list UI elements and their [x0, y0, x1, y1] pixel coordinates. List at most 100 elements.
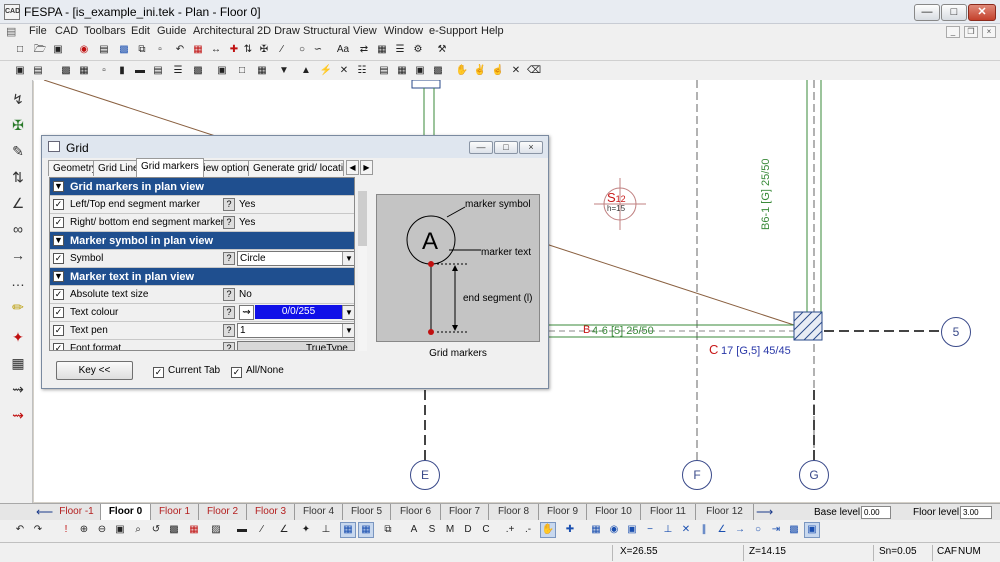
checkbox-box[interactable]: ✓ — [231, 367, 242, 378]
section-grid-markers[interactable]: ▼ Grid markers in plan view — [50, 178, 354, 196]
frame-icon[interactable]: ▦ — [254, 63, 270, 79]
zoom-select-icon[interactable]: ▩ — [58, 63, 74, 79]
cancel-cross-icon[interactable]: ✕ — [508, 63, 524, 79]
close-button[interactable]: ✕ — [968, 4, 996, 21]
property-scrollbar[interactable] — [358, 191, 367, 351]
prop-checkbox[interactable]: ✓ — [53, 343, 64, 350]
intersection-snap-icon[interactable]: ✕ — [678, 522, 694, 538]
angle-icon[interactable]: ∠ — [276, 522, 292, 538]
pencil-tool-icon[interactable]: ✏ — [8, 296, 28, 318]
floor-tab-10[interactable]: Floor 10 — [587, 504, 641, 521]
d-button[interactable]: D — [460, 522, 476, 538]
tangent-snap-icon[interactable]: ○ — [750, 522, 766, 538]
stairs-icon[interactable]: ▤ — [150, 63, 166, 79]
joint-icon[interactable]: □ — [234, 63, 250, 79]
key-icon[interactable]: ⚙ — [410, 42, 426, 58]
menu-doc-icon[interactable]: ▤ — [6, 25, 16, 38]
scroll-thumb[interactable] — [358, 191, 367, 246]
move-icon[interactable]: ⇅ — [240, 42, 256, 58]
maximize-button[interactable]: □ — [941, 4, 967, 21]
floor-tab-9[interactable]: Floor 9 — [539, 504, 587, 521]
font-format-select[interactable]: TrueType — [237, 341, 354, 350]
text-colour-swatch[interactable]: 0/0/255 — [255, 305, 342, 319]
dialog-title-bar[interactable]: Grid — □ × — [42, 136, 548, 158]
layer-toggle-icon[interactable]: ▦ — [340, 522, 356, 538]
measure-icon[interactable]: ∕ — [254, 522, 270, 538]
menu-file[interactable]: File — [29, 25, 47, 37]
node-snap-icon[interactable]: ◉ — [606, 522, 622, 538]
menu-help[interactable]: Help — [481, 25, 504, 37]
table-icon[interactable]: ▦ — [374, 42, 390, 58]
grid-tool-icon[interactable]: ✠ — [8, 114, 28, 136]
text-pen-select[interactable]: 1 ▼ — [237, 323, 354, 338]
zoom-extents-icon[interactable]: ▩ — [166, 522, 182, 538]
point-hand-icon[interactable]: ☝ — [490, 63, 506, 79]
menu-2d-draw[interactable]: 2D Draw — [257, 25, 300, 37]
analysis-icon[interactable]: ⚡ — [318, 63, 334, 79]
eyedropper-icon[interactable]: ⇝ — [239, 305, 254, 320]
s-button[interactable]: S — [424, 522, 440, 538]
floor-tab-4[interactable]: Floor 4 — [295, 504, 343, 521]
prop-checkbox[interactable]: ✓ — [53, 217, 64, 228]
support-icon[interactable]: ▲ — [298, 63, 314, 79]
select-icon[interactable]: ▣ — [804, 522, 820, 538]
column-label[interactable]: S12 h=15 — [607, 190, 626, 213]
beam-b-label[interactable]: 4-6 [5] 25/50 — [592, 325, 654, 337]
zoom-out-icon[interactable]: ⊖ — [94, 522, 110, 538]
chevron-down-icon[interactable]: ▼ — [342, 252, 354, 265]
floor-tab-6[interactable]: Floor 6 — [391, 504, 441, 521]
tab-scroll-right-icon[interactable]: ▶ — [360, 160, 373, 175]
ortho-icon[interactable]: ⊥ — [318, 522, 334, 538]
undo-icon[interactable]: ↶ — [12, 522, 28, 538]
section-marker-symbol[interactable]: ▼ Marker symbol in plan view — [50, 232, 354, 250]
grid-toggle-icon[interactable]: ▦ — [358, 522, 374, 538]
perp-snap-icon[interactable]: ⊥ — [660, 522, 676, 538]
measure-tool-icon[interactable]: ∠ — [8, 192, 28, 214]
grid-snap-icon[interactable]: ▦ — [588, 522, 604, 538]
c-button[interactable]: C — [478, 522, 494, 538]
drawings-icon[interactable]: ▩ — [430, 63, 446, 79]
help-button[interactable]: ? — [223, 288, 235, 301]
menu-view[interactable]: View — [353, 25, 377, 37]
osnap-icon[interactable]: ✦ — [298, 522, 314, 538]
grid-marker-f[interactable]: F — [682, 460, 712, 490]
floor-tab-minus-1[interactable]: Floor -1 — [53, 504, 101, 521]
node-icon[interactable]: ✠ — [256, 42, 272, 58]
prop-value[interactable]: Yes — [239, 217, 255, 228]
dialog-maximize-button[interactable]: □ — [494, 141, 518, 154]
eraser-icon[interactable]: ⌫ — [526, 63, 542, 79]
collapse-toggle[interactable]: ▼ — [53, 181, 64, 192]
list-icon[interactable]: ☰ — [392, 42, 408, 58]
prop-value[interactable]: No — [239, 289, 252, 300]
copy-layout-icon[interactable]: ⧉ — [380, 522, 396, 538]
menu-cad[interactable]: CAD — [55, 25, 78, 37]
align-icon[interactable]: ⇄ — [356, 42, 372, 58]
checkbox-box[interactable]: ✓ — [153, 367, 164, 378]
minimize-button[interactable]: — — [914, 4, 940, 21]
dimension-line-icon[interactable]: ▬ — [234, 522, 250, 538]
node-tool-icon[interactable]: ↯ — [8, 88, 28, 110]
text-snap-icon[interactable]: ∠ — [714, 522, 730, 538]
floor-scroll-right-icon[interactable]: ⟶ — [756, 505, 773, 519]
section-icon[interactable]: ▫ — [96, 63, 112, 79]
prop-checkbox[interactable]: ✓ — [53, 199, 64, 210]
menu-toolbars[interactable]: Toolbars — [84, 25, 126, 37]
tools-icon[interactable]: ⚒ — [434, 42, 450, 58]
copy-icon[interactable]: ⧉ — [134, 42, 150, 58]
prop-checkbox[interactable]: ✓ — [53, 307, 64, 318]
redo-icon[interactable]: ↷ — [30, 522, 46, 538]
series-tool-icon[interactable]: … — [8, 270, 28, 292]
floor-tab-1[interactable]: Floor 1 — [151, 504, 199, 521]
floor-tab-7[interactable]: Floor 7 — [441, 504, 489, 521]
grid-marker-e[interactable]: E — [410, 460, 440, 490]
help-button[interactable]: ? — [223, 342, 235, 350]
dialog-close-button[interactable]: × — [519, 141, 543, 154]
report-icon[interactable]: ▤ — [376, 63, 392, 79]
snap-cross-icon[interactable]: ✚ — [562, 522, 578, 538]
load-icon[interactable]: ▼ — [276, 63, 292, 79]
tab-generate-grid[interactable]: Generate grid/ location o — [248, 160, 344, 176]
pan-hand-icon[interactable]: ✋ — [454, 63, 470, 79]
menu-e-support[interactable]: e-Support — [429, 25, 477, 37]
print-icon[interactable]: ▩ — [116, 42, 132, 58]
eyedropper-red-icon[interactable]: ⇝ — [8, 404, 28, 426]
